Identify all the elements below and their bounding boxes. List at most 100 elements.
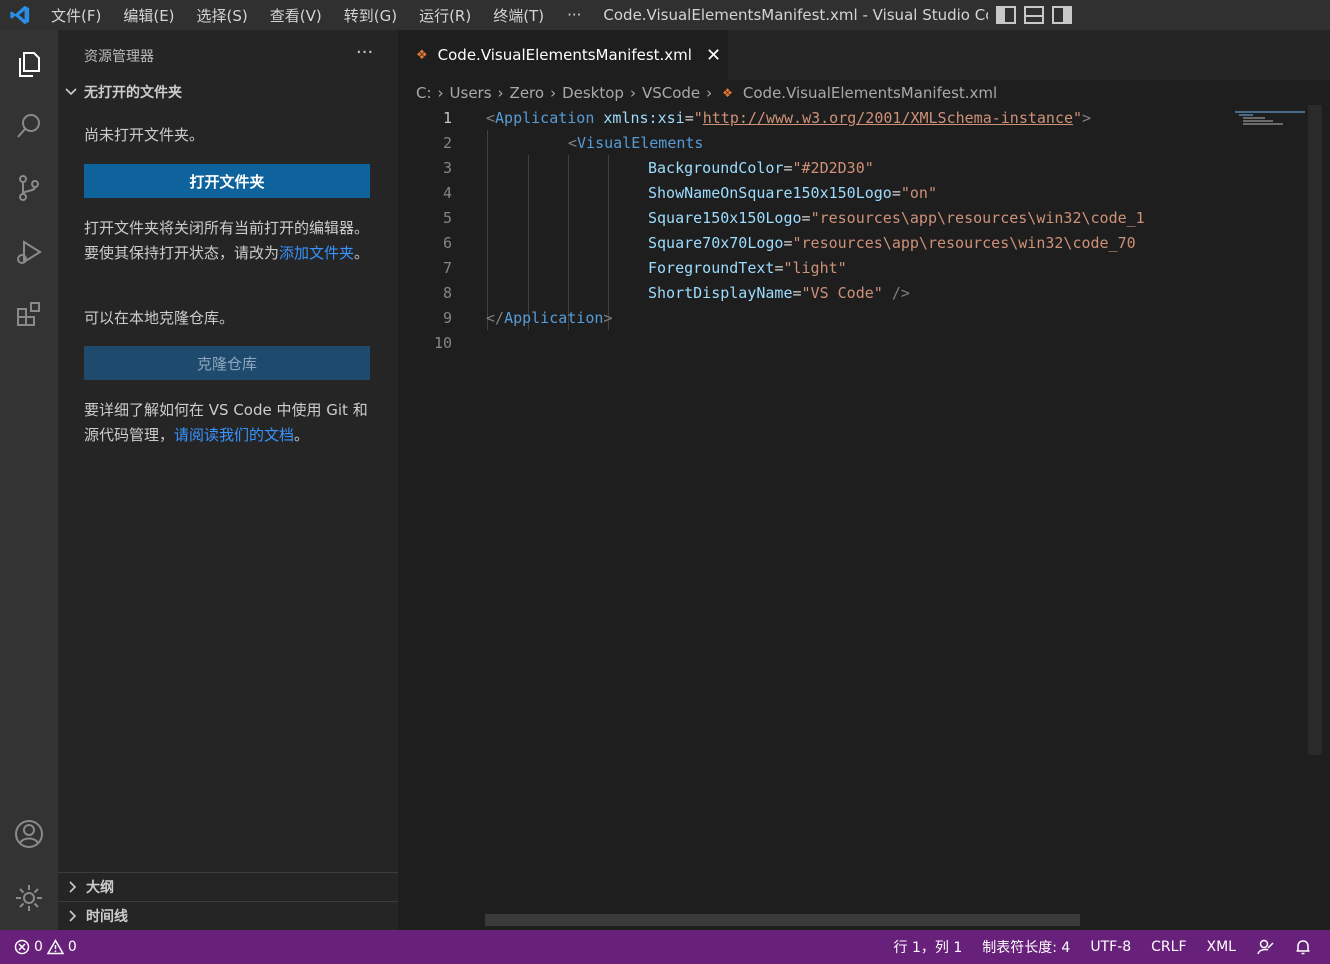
outline-section-header[interactable]: 大纲: [58, 872, 398, 901]
breadcrumb-separator-icon: ›: [497, 83, 504, 102]
breadcrumb-separator-icon: ›: [706, 83, 713, 102]
toggle-panel-icon[interactable]: [1024, 6, 1045, 24]
minimap[interactable]: [1235, 110, 1310, 128]
vertical-scrollbar[interactable]: [1308, 105, 1322, 755]
breadcrumb-item[interactable]: C:: [416, 84, 432, 102]
add-folder-link[interactable]: 添加文件夹: [279, 244, 354, 262]
breadcrumb-separator-icon: ›: [437, 83, 444, 102]
line-number: 1: [442, 109, 452, 127]
tag-bracket: />: [882, 284, 910, 302]
error-icon: [14, 939, 30, 955]
attr-name: ForegroundText: [648, 259, 775, 277]
attr-name: xmlns:xsi: [603, 109, 685, 127]
close-tab-icon[interactable]: ✕: [706, 45, 721, 66]
tag-bracket: </: [486, 309, 505, 327]
sidebar-title: 资源管理器: [84, 49, 154, 65]
accounts-icon[interactable]: [9, 814, 49, 854]
attr-value: "resources\app\resources\win32\code_1: [810, 209, 1145, 227]
attr-equals: =: [792, 284, 802, 302]
no-folder-section-header[interactable]: 无打开的文件夹: [64, 82, 182, 102]
breadcrumb-item[interactable]: Users: [450, 84, 492, 102]
code-line: BackgroundColor="#2D2D30": [648, 159, 874, 177]
breadcrumb-item[interactable]: Code.VisualElementsManifest.xml: [743, 84, 997, 102]
attr-name: ShowNameOnSquare150x150Logo: [648, 184, 892, 202]
code-line: ShowNameOnSquare150x150Logo="on": [648, 184, 937, 202]
chevron-right-icon: [69, 910, 77, 922]
schema-url-link[interactable]: http://www.w3.org/2001/XMLSchema-instanc…: [703, 109, 1073, 127]
end-of-line[interactable]: CRLF: [1151, 939, 1186, 955]
toggle-sidebar-icon[interactable]: [996, 6, 1017, 24]
warning-icon: [46, 939, 64, 955]
toggle-secondary-sidebar-icon[interactable]: [1052, 6, 1073, 24]
problems-indicator[interactable]: 0 0: [0, 939, 77, 955]
section-title: 无打开的文件夹: [84, 85, 182, 101]
settings-gear-icon[interactable]: [9, 878, 49, 918]
menu-run[interactable]: 运行(R): [408, 5, 482, 26]
menu-selection[interactable]: 选择(S): [186, 5, 259, 26]
status-bar: 0 0 行 1，列 1 制表符长度: 4 UTF-8 CRLF XML: [0, 930, 1330, 964]
timeline-label: 时间线: [86, 909, 128, 925]
code-editor[interactable]: 1 2 3 4 5 6 7 8 9 10 <Application xmlns:…: [398, 105, 1330, 930]
attr-equals: =: [801, 209, 811, 227]
horizontal-scrollbar[interactable]: [485, 914, 1080, 926]
code-line: ForegroundText="light": [648, 259, 847, 277]
activity-bar: [0, 30, 58, 930]
search-icon[interactable]: [9, 106, 49, 146]
code-line: <Application xmlns:xsi="http://www.w3.or…: [486, 109, 1091, 127]
tab-size[interactable]: 制表符长度: 4: [982, 937, 1070, 957]
source-control-icon[interactable]: [9, 168, 49, 208]
sidebar-more-button[interactable]: ···: [356, 42, 373, 63]
attr-name: Square70x70Logo: [648, 234, 784, 252]
menu-edit[interactable]: 编辑(E): [112, 5, 185, 26]
line-number: 10: [433, 334, 452, 352]
line-number: 8: [442, 284, 452, 302]
line-number: 2: [442, 134, 452, 152]
tag-bracket: >: [1082, 109, 1092, 127]
open-folder-button[interactable]: 打开文件夹: [84, 164, 370, 198]
feedback-icon[interactable]: [1256, 938, 1274, 956]
learn-end: 。: [294, 426, 310, 444]
title-bar: 文件(F) 编辑(E) 选择(S) 查看(V) 转到(G) 运行(R) 终端(T…: [0, 0, 1330, 30]
menu-view[interactable]: 查看(V): [259, 5, 333, 26]
read-docs-link[interactable]: 请阅读我们的文档: [174, 426, 294, 444]
xml-file-icon: ❖: [722, 85, 733, 100]
language-mode[interactable]: XML: [1207, 939, 1236, 955]
extensions-icon[interactable]: [9, 294, 49, 334]
editor-tabs: ❖ Code.VisualElementsManifest.xml ✕: [398, 30, 1330, 80]
code-line: <VisualElements: [568, 134, 703, 152]
menu-go[interactable]: 转到(G): [333, 5, 408, 26]
code-line: ShortDisplayName="VS Code" />: [648, 284, 910, 302]
breadcrumb-separator-icon: ›: [550, 83, 557, 102]
timeline-section-header[interactable]: 时间线: [58, 901, 398, 930]
attr-equals: =: [684, 109, 694, 127]
attr-equals: =: [891, 184, 901, 202]
explorer-icon[interactable]: [9, 44, 49, 84]
chevron-down-icon: [65, 88, 77, 96]
menu-more-button[interactable]: ···: [555, 6, 593, 24]
attr-equals: =: [783, 234, 793, 252]
breadcrumb-item[interactable]: Desktop: [562, 84, 624, 102]
notifications-bell-icon[interactable]: [1294, 938, 1312, 956]
line-number: 9: [442, 309, 452, 327]
run-debug-icon[interactable]: [9, 232, 49, 272]
attr-name: ShortDisplayName: [648, 284, 793, 302]
menu-file[interactable]: 文件(F): [40, 5, 112, 26]
tag-bracket: >: [603, 309, 613, 327]
xml-file-icon: ❖: [416, 47, 428, 63]
open-folder-note-end: 。: [354, 244, 370, 262]
menu-terminal[interactable]: 终端(T): [482, 5, 555, 26]
line-number: 6: [442, 234, 452, 252]
breadcrumb-item[interactable]: VSCode: [642, 84, 700, 102]
breadcrumb-item[interactable]: Zero: [510, 84, 545, 102]
tab-manifest-xml[interactable]: ❖ Code.VisualElementsManifest.xml ✕: [398, 30, 728, 80]
outline-label: 大纲: [86, 880, 114, 896]
attr-equals: =: [783, 159, 793, 177]
tag-name: VisualElements: [577, 134, 704, 152]
encoding[interactable]: UTF-8: [1090, 939, 1131, 955]
cursor-position[interactable]: 行 1，列 1: [894, 937, 963, 957]
indent-guide: [568, 155, 569, 330]
tag-bracket: <: [486, 109, 496, 127]
warning-count: 0: [67, 939, 77, 955]
attr-value: "light": [783, 259, 847, 277]
clone-repository-button[interactable]: 克隆仓库: [84, 346, 370, 380]
